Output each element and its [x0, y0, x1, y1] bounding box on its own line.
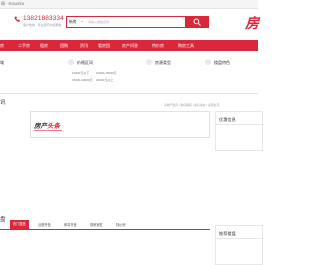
- search-button[interactable]: [185, 16, 209, 28]
- recommended-title: 推荐楼盘: [219, 231, 236, 236]
- filter-price-label[interactable]: 价格区间: [77, 60, 93, 66]
- price-option[interactable]: 15000-20000元: [72, 78, 93, 82]
- price-icon: [68, 59, 74, 65]
- recommended-panel: 推荐楼盘: [215, 225, 264, 265]
- headline-underline: [34, 130, 62, 131]
- search-bar: 新房: [66, 16, 209, 28]
- filter-type-label[interactable]: 房源类型: [155, 60, 171, 66]
- nav-item-tools[interactable]: 购房工具: [178, 43, 194, 49]
- tab-upcoming[interactable]: 即将开盘: [64, 222, 77, 227]
- filter-feature-label[interactable]: 楼盘特色: [214, 60, 230, 66]
- news-link[interactable]: 房地产资讯: [164, 103, 178, 107]
- headline-logo-main: 房产: [34, 123, 47, 130]
- nav-item-news[interactable]: 资讯: [80, 43, 88, 49]
- listing-tabs: 热门楼盘 近期开盘 即将开盘 现房销售 特价房: [0, 220, 210, 230]
- news-headline-box: 房产头条: [30, 111, 210, 138]
- tab-ready[interactable]: 现房销售: [90, 222, 103, 227]
- contact-subtitle: 客户热线 · 专业顾问为您服务: [23, 23, 62, 27]
- search-type-select[interactable]: 新房: [69, 20, 77, 25]
- nav-item-rent[interactable]: 租房: [40, 43, 48, 49]
- headline-logo-highlight: 头条: [47, 123, 60, 130]
- promotions-divider: [216, 124, 264, 125]
- price-option[interactable]: 10000元以下: [72, 71, 89, 75]
- nav-item-tour[interactable]: 看房团: [98, 43, 110, 49]
- search-input[interactable]: [88, 19, 183, 25]
- brand-logo-text: 房: [245, 15, 259, 31]
- tab-special[interactable]: 特价房: [116, 222, 126, 227]
- recommended-divider: [216, 238, 264, 239]
- filter-divider: [0, 93, 258, 94]
- filter-area-label[interactable]: 域: [0, 60, 4, 66]
- tab-hot[interactable]: 热门楼盘: [10, 220, 29, 229]
- promotions-title: 优惠信息: [219, 117, 236, 122]
- house-type-icon: [146, 59, 152, 65]
- chevron-down-icon[interactable]: [81, 21, 83, 22]
- nav-item-qa[interactable]: 房产问答: [122, 43, 138, 49]
- news-link[interactable]: 购房指南: [181, 103, 192, 107]
- tab-recent-open[interactable]: 近期开盘: [38, 222, 51, 227]
- news-link[interactable]: 新房动态: [194, 103, 205, 107]
- price-option[interactable]: 20000元以上: [96, 78, 113, 82]
- news-link[interactable]: 家居生活: [208, 103, 219, 107]
- filter-row: 域 价格区间 10000元以下 10000-15000元 15000-20000…: [0, 59, 258, 93]
- nav-item-special[interactable]: 特价房: [152, 43, 164, 49]
- nav-item-second-hand[interactable]: 二手房: [18, 43, 30, 49]
- news-category-links: 房地产资讯| 购房指南| 新房动态| 家居生活: [164, 103, 220, 107]
- nav-item-new-home[interactable]: 房: [0, 43, 4, 49]
- feature-icon: [205, 59, 211, 65]
- nav-item-group-buy[interactable]: 团购: [60, 43, 68, 49]
- contact-phone-number[interactable]: 13821883334: [23, 15, 64, 22]
- phone-icon: [14, 16, 20, 22]
- news-section-heading: 讯: [0, 100, 6, 106]
- top-utility-text: 网 · RGUEDI: [1, 1, 25, 6]
- brand-logo[interactable]: 房: [245, 13, 265, 33]
- main-nav: 房 二手房 租房 团购 资讯 看房团 房产问答 特价房 购房工具: [0, 40, 258, 51]
- price-option[interactable]: 10000-15000元: [96, 71, 117, 75]
- search-icon: [193, 18, 201, 26]
- headline-logo[interactable]: 房产头条: [34, 120, 60, 130]
- promotions-panel: 优惠信息: [215, 111, 264, 151]
- top-utility-bar: 网 · RGUEDI: [0, 0, 258, 9]
